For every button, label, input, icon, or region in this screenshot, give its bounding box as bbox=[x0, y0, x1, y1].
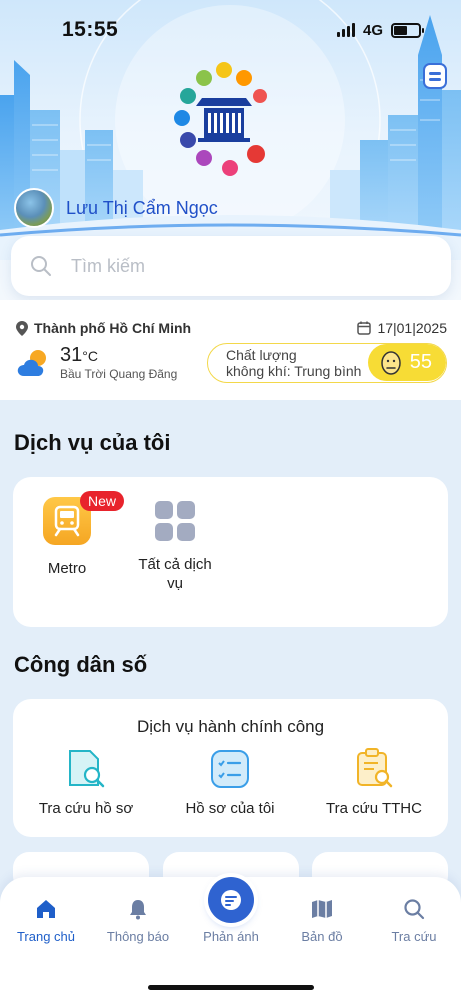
nav-feedback-button[interactable] bbox=[208, 877, 254, 923]
search-icon bbox=[31, 256, 51, 276]
location-text: Thành phố Hồ Chí Minh bbox=[34, 320, 192, 336]
air-quality-value: 55 bbox=[409, 351, 432, 373]
service-label: Hồ sơ của tôi bbox=[185, 800, 275, 817]
nav-map[interactable]: Bản đồ bbox=[277, 897, 367, 944]
status-bar: 15:55 4G bbox=[0, 0, 461, 60]
nav-label: Tra cứu bbox=[391, 929, 437, 944]
nav-label: Thông báo bbox=[106, 929, 170, 944]
bottom-navigation: Trang chủ Thông báo Phản ánh Bản đồ Tra … bbox=[0, 877, 461, 1000]
signal-icon bbox=[336, 23, 355, 37]
checklist-icon bbox=[211, 750, 249, 788]
weather[interactable]: 31 °C Bầu Trời Quang Đãng bbox=[16, 344, 177, 381]
temperature: 31 bbox=[60, 344, 83, 366]
search-input[interactable] bbox=[71, 255, 391, 277]
service-label: Tra cứu TTHC bbox=[326, 800, 422, 817]
service-lookup-records[interactable]: Tra cứu hồ sơ bbox=[27, 747, 145, 818]
search-icon bbox=[404, 899, 425, 920]
map-icon bbox=[312, 900, 332, 918]
bell-icon bbox=[130, 900, 146, 920]
nav-home[interactable]: Trang chủ bbox=[1, 897, 91, 944]
search-bar[interactable] bbox=[11, 236, 451, 296]
location[interactable]: Thành phố Hồ Chí Minh bbox=[16, 320, 191, 336]
nav-label: Phản ánh bbox=[203, 929, 259, 944]
temperature-unit: °C bbox=[82, 348, 98, 364]
service-label: Tra cứu hồ sơ bbox=[38, 800, 134, 817]
service-label: Metro bbox=[47, 560, 87, 577]
network-type: 4G bbox=[362, 21, 383, 39]
new-badge: New bbox=[80, 491, 125, 511]
clipboard-search-icon bbox=[357, 748, 393, 788]
air-quality-widget[interactable]: Chất lượng không khí: Trung bình 55 bbox=[207, 343, 447, 383]
my-services-title: Dịch vụ của tôi bbox=[14, 430, 171, 455]
home-indicator bbox=[148, 985, 314, 990]
sun-cloud-icon bbox=[17, 349, 46, 376]
air-quality-badge: 55 bbox=[368, 344, 446, 381]
weather-description: Bầu Trời Quang Đãng bbox=[60, 367, 178, 381]
nav-label: Trang chủ bbox=[16, 929, 76, 944]
user-profile[interactable]: Lưu Thị Cẩm Ngọc bbox=[14, 188, 218, 228]
nav-lookup[interactable]: Tra cứu bbox=[369, 897, 459, 944]
grid-icon bbox=[155, 501, 195, 541]
home-icon bbox=[37, 900, 55, 918]
digital-citizen-title: Công dân số bbox=[14, 652, 148, 677]
service-all[interactable]: Tất cả dịch vụ bbox=[131, 501, 219, 593]
nav-label: Bản đồ bbox=[301, 929, 343, 944]
city-logo bbox=[174, 62, 267, 176]
face-mask-icon bbox=[381, 350, 401, 375]
public-services-card: Dịch vụ hành chính công Tra cứu hồ sơ Hồ… bbox=[13, 699, 448, 837]
feedback-icon bbox=[221, 890, 241, 910]
date-display: 17|01|2025 bbox=[357, 320, 447, 336]
public-services-heading: Dịch vụ hành chính công bbox=[136, 717, 325, 736]
location-pin-icon bbox=[16, 320, 28, 336]
air-quality-status: không khí: Trung bình bbox=[226, 363, 362, 379]
folder-search-icon bbox=[69, 750, 105, 788]
service-my-records[interactable]: Hồ sơ của tôi bbox=[171, 747, 289, 818]
service-lookup-procedures[interactable]: Tra cứu TTHC bbox=[315, 747, 433, 818]
scan-icon[interactable] bbox=[423, 63, 447, 89]
battery-icon bbox=[391, 22, 424, 38]
avatar[interactable] bbox=[14, 188, 54, 228]
service-label: Tất cả dịch bbox=[138, 556, 212, 573]
user-name: Lưu Thị Cẩm Ngọc bbox=[66, 197, 218, 218]
service-label-2: vụ bbox=[167, 575, 183, 592]
my-services-card: Metro Tất cả dịch vụ bbox=[13, 477, 448, 627]
nav-notifications[interactable]: Thông báo bbox=[93, 897, 183, 944]
date-text: 17|01|2025 bbox=[377, 320, 447, 336]
calendar-icon bbox=[357, 321, 372, 335]
air-quality-label: Chất lượng bbox=[226, 347, 297, 363]
status-time: 15:55 bbox=[62, 18, 119, 41]
